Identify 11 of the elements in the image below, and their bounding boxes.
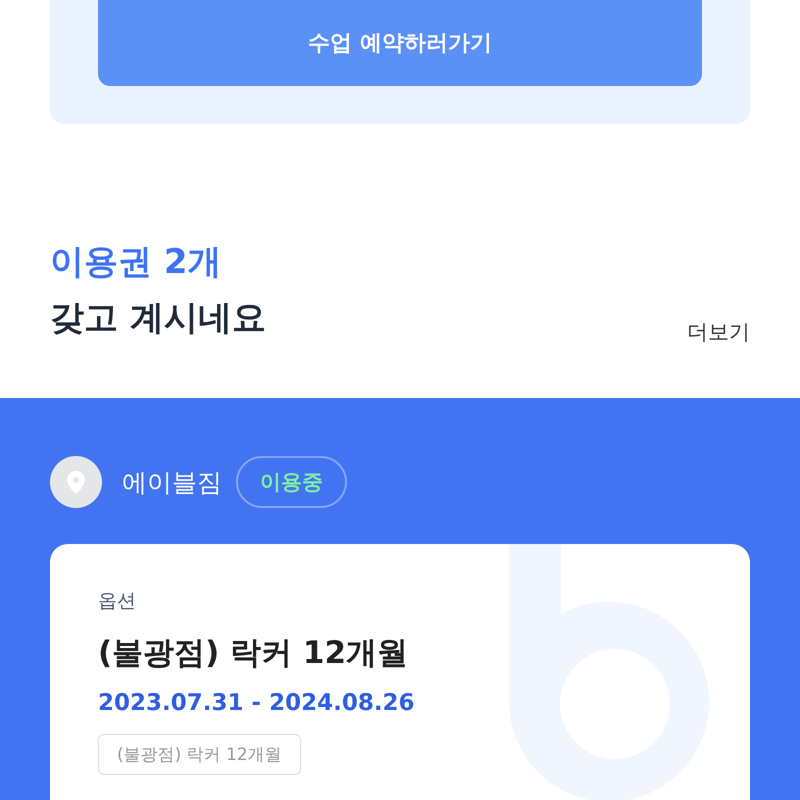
status-badge: 이용중 bbox=[236, 456, 347, 508]
location-pin-icon bbox=[50, 456, 102, 508]
branch-name: 에이블짐 bbox=[122, 466, 222, 498]
heading-subtitle: 갖고 계시네요 bbox=[50, 297, 266, 340]
pass-count-heading: 이용권 2개 bbox=[50, 241, 222, 284]
pass-tag: (불광점) 락커 12개월 bbox=[98, 734, 301, 775]
more-link[interactable]: 더보기 bbox=[687, 318, 750, 346]
pass-card[interactable]: 옵션 (불광점) 락커 12개월 2023.07.31 - 2024.08.26 (불광점) 락커 12개월 bbox=[50, 544, 750, 800]
pass-period: 2023.07.31 - 2024.08.26 bbox=[98, 690, 416, 716]
option-label: 옵션 bbox=[98, 589, 137, 614]
pass-title: (불광점) 락커 12개월 bbox=[98, 634, 410, 673]
